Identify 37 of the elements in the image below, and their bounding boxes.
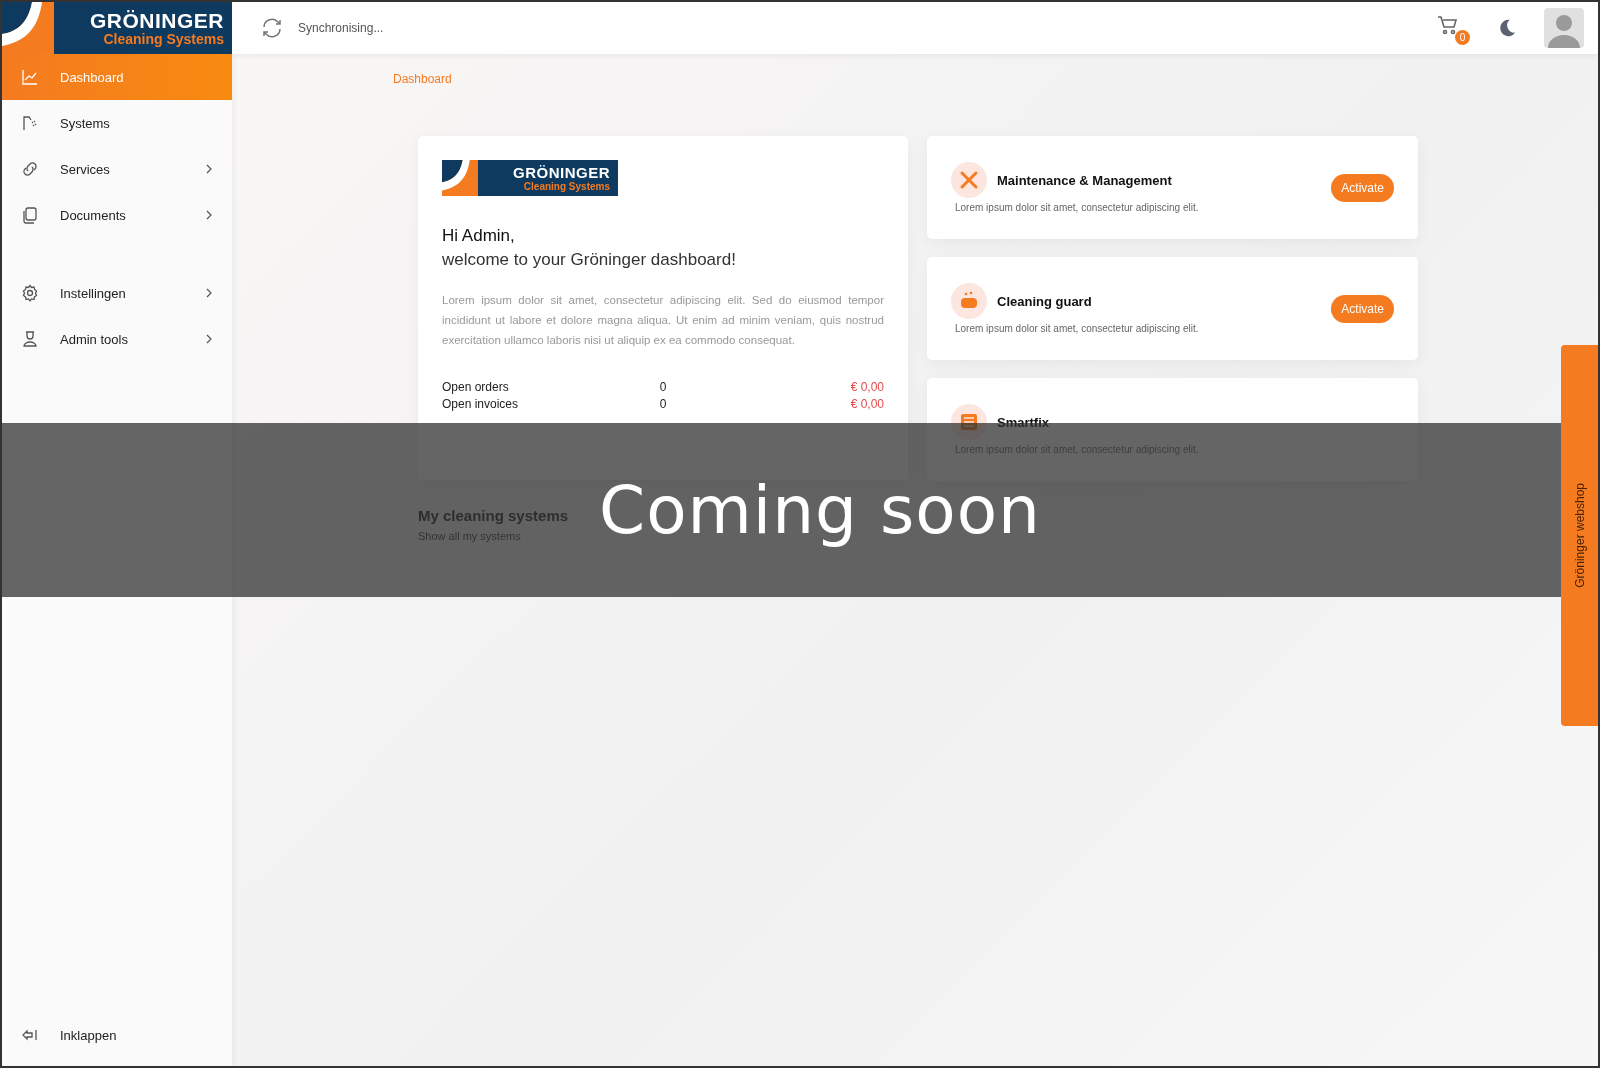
cart-icon — [1436, 13, 1460, 37]
brand-logo: GRÖNINGER Cleaning Systems — [2, 2, 232, 54]
sidebar-item[interactable]: Instellingen — [2, 270, 232, 316]
cart-button[interactable]: 0 — [1436, 11, 1470, 45]
collapse-sidebar-button[interactable]: Inklappen — [2, 1012, 232, 1058]
chart-icon — [20, 67, 40, 87]
sidebar-item[interactable]: Admin tools — [2, 316, 232, 362]
link-icon — [20, 159, 40, 179]
stat-count: 0 — [658, 380, 668, 394]
service-title: Cleaning guard — [997, 293, 1092, 309]
soap-icon — [951, 283, 987, 319]
service-description: Lorem ipsum dolor sit amet, consectetur adipiscing elit. — [954, 323, 1200, 334]
stat-label: Open invoices — [442, 397, 520, 411]
stat-label: Open orders — [442, 380, 510, 394]
tools-icon — [951, 162, 987, 198]
banner-text: Coming soon — [599, 471, 1041, 549]
sync-icon[interactable] — [260, 16, 284, 40]
stat-count: 0 — [658, 397, 668, 411]
activate-button[interactable]: Activate — [1331, 173, 1394, 202]
welcome-subtitle: welcome to your Gröninger dashboard! — [442, 250, 737, 270]
activate-button[interactable]: Activate — [1331, 294, 1394, 323]
cart-count-badge: 0 — [1455, 30, 1470, 45]
stat-amount: € 0,00 — [849, 380, 884, 394]
sidebar-item[interactable]: Systems — [2, 100, 232, 146]
greeting: Hi Admin, — [442, 226, 516, 246]
documents-icon — [20, 205, 40, 225]
stat-amount: € 0,00 — [849, 397, 884, 411]
sidebar-item[interactable]: Documents — [2, 192, 232, 238]
service-description: Lorem ipsum dolor sit amet, consectetur adipiscing elit. — [954, 202, 1200, 213]
welcome-text: Lorem ipsum dolor sit amet, consectetur adipiscing elit. Sed do eiusmod tempor incididunt ut labore et dolore magna aliqua. Ut enim ad minim veniam, quis nostrud exercitation ullamco laboris nisi ut aliquip ex ea commodo consequat. — [442, 293, 884, 348]
sync-status: Synchronising... — [298, 21, 384, 35]
brand-logo: GRÖNINGER Cleaning Systems — [442, 160, 618, 196]
person-icon — [20, 329, 40, 349]
service-title: Maintenance & Management — [997, 172, 1172, 188]
settings-icon — [20, 283, 40, 303]
sidebar-item[interactable]: Services — [2, 146, 232, 192]
webshop-tab[interactable]: Gröninger webshop — [1561, 345, 1598, 726]
